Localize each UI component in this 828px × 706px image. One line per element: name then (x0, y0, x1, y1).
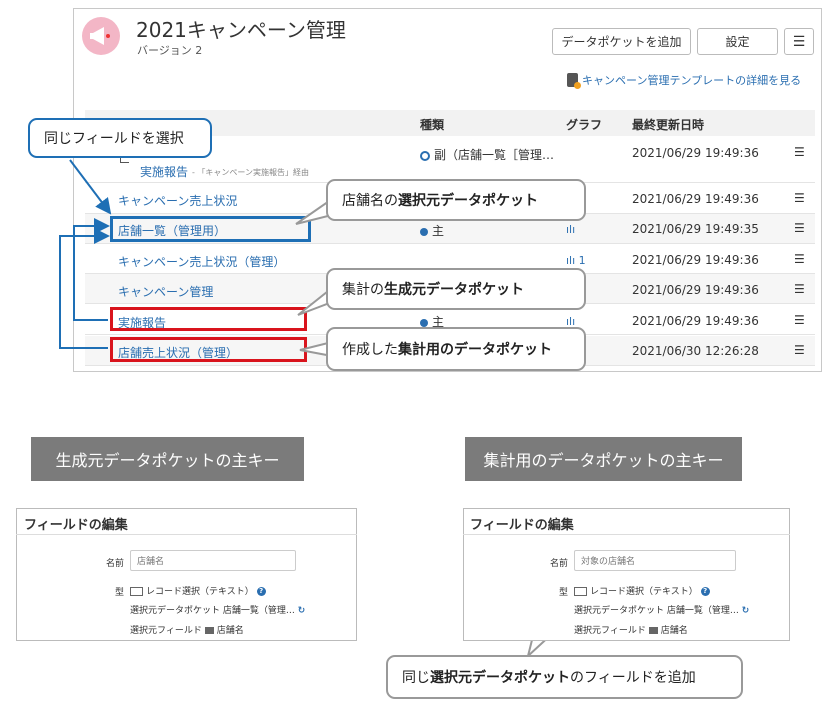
caption-generator-key: 生成元データポケットの主キー (31, 437, 304, 481)
name-input[interactable]: 店舗名 (130, 550, 296, 571)
name-label: 名前 (549, 559, 568, 569)
name-label: 名前 (105, 559, 124, 569)
dialog-title: フィールドの編集 (470, 518, 574, 533)
name-input[interactable]: 対象の店舗名 (574, 550, 736, 571)
caption-aggregate-key: 集計用のデータポケットの主キー (465, 437, 742, 481)
type-label: 型 (114, 588, 124, 598)
source-field: 選択元フィールド 店舗名 (574, 626, 688, 636)
callout-aggregate-pocket: 作成した 集計用のデータポケット (326, 327, 586, 371)
question-icon[interactable]: ? (700, 587, 710, 596)
callout-source-pocket: 店舗名の 選択元データポケット (326, 179, 586, 221)
question-icon[interactable]: ? (256, 587, 266, 596)
source-field: 選択元フィールド 店舗名 (130, 626, 244, 636)
source-pocket: 選択元データポケット 店舗一覧（管理… ↻ (130, 606, 306, 616)
source-pocket: 選択元データポケット 店舗一覧（管理… ↻ (574, 606, 750, 616)
field-icon (204, 627, 214, 634)
type-value: レコード選択（テキスト） ? (130, 584, 266, 597)
refresh-icon[interactable]: ↻ (742, 606, 750, 616)
type-value: レコード選択（テキスト） ? (574, 584, 710, 597)
divider (463, 534, 790, 535)
callout-add-field: 同じ 選択元データポケット のフィールドを追加 (386, 655, 743, 699)
type-label: 型 (558, 588, 568, 598)
record-icon (130, 587, 143, 596)
refresh-icon[interactable]: ↻ (298, 606, 306, 616)
field-icon (648, 627, 658, 634)
callout-generator-pocket: 集計の 生成元データポケット (326, 268, 586, 310)
dialog-title: フィールドの編集 (24, 518, 128, 533)
record-icon (574, 587, 587, 596)
divider (16, 534, 357, 535)
